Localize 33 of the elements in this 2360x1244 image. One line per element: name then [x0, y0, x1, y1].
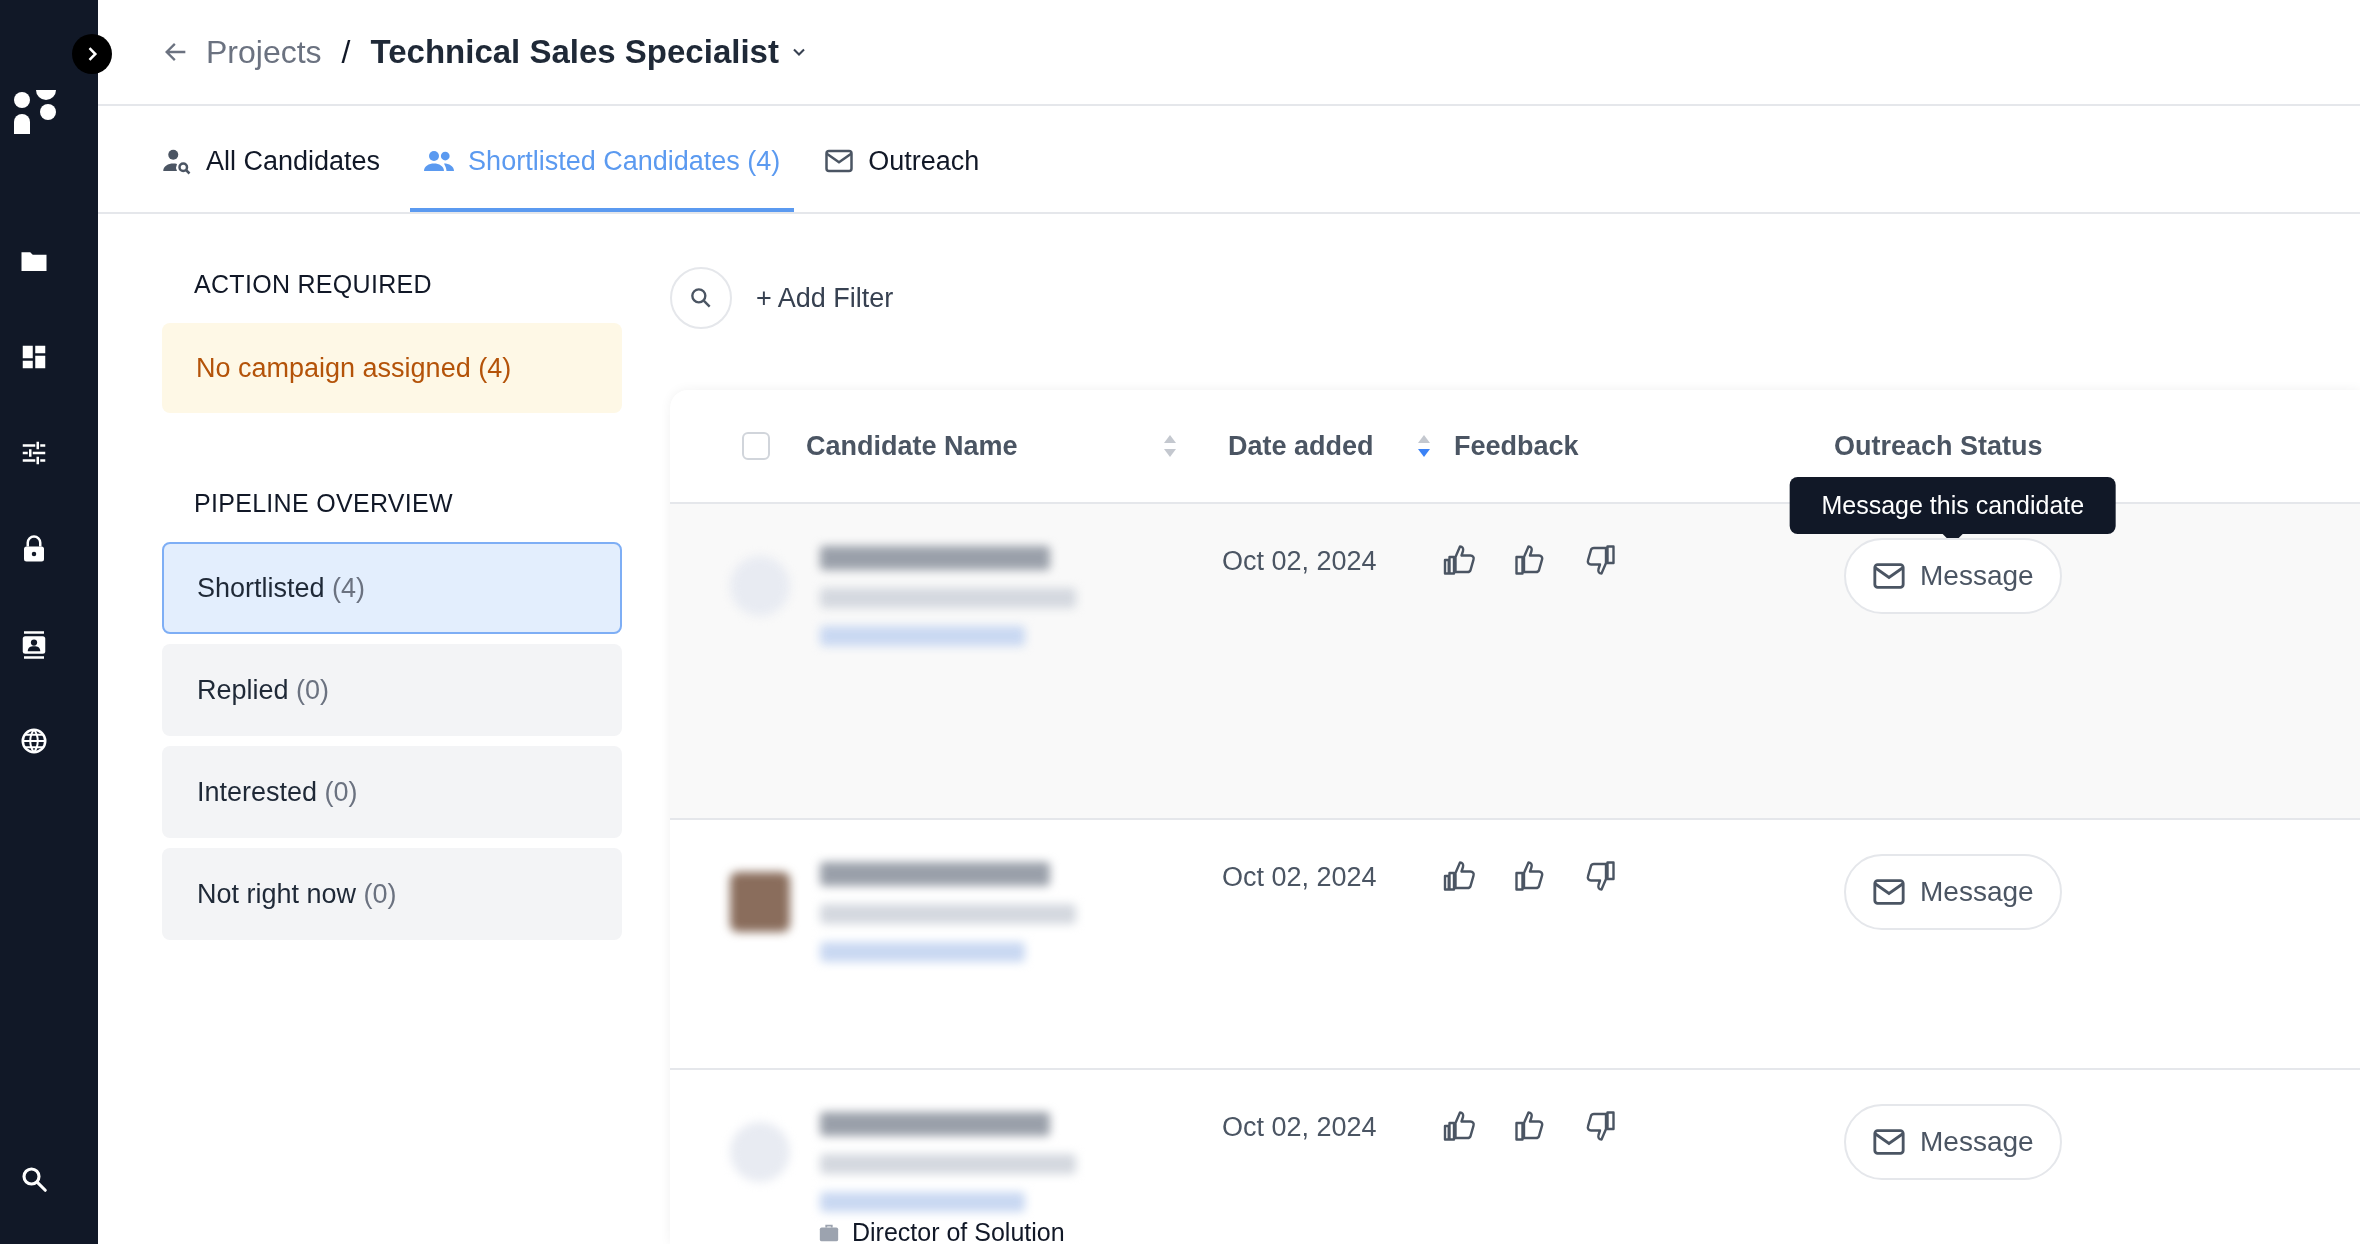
- section-heading: PIPELINE OVERVIEW: [193, 489, 454, 518]
- message-button[interactable]: Message: [1844, 854, 2062, 930]
- search-icon[interactable]: [19, 1164, 49, 1194]
- date-cell-text: Oct 02, 2024: [1222, 1111, 1378, 1144]
- date-cell-text: Oct 02, 2024: [1222, 861, 1378, 894]
- table-row[interactable]: Director of Solution Oct 02, 2024 Message: [670, 1070, 2360, 1244]
- column-header[interactable]: Candidate Name: [806, 430, 1018, 462]
- section-heading: ACTION REQUIRED: [193, 270, 433, 299]
- expand-sidebar-button[interactable]: [72, 34, 112, 74]
- table-row[interactable]: Oct 02, 2024 Message: [670, 820, 2360, 1070]
- tab[interactable]: Outreach: [810, 106, 994, 212]
- tab[interactable]: All Candidates: [148, 106, 395, 212]
- select-all-checkbox[interactable]: [742, 432, 770, 460]
- column-header[interactable]: Outreach Status: [1834, 430, 2043, 462]
- breadcrumb-separator: /: [341, 33, 351, 71]
- message-button[interactable]: Message: [1844, 538, 2062, 614]
- breadcrumb-link[interactable]: Projects: [206, 33, 322, 71]
- double-thumbs-up-icon[interactable]: [1442, 542, 1478, 578]
- pipeline-stage[interactable]: Shortlisted (4): [162, 542, 622, 634]
- double-thumbs-up-icon[interactable]: [1442, 1108, 1478, 1144]
- job-title: Director of Solution: [852, 1218, 1065, 1244]
- project-dropdown[interactable]: Technical Sales Specialist: [370, 33, 809, 71]
- pipeline-stage[interactable]: Not right now (0): [162, 848, 622, 940]
- message-button[interactable]: Message: [1844, 1104, 2062, 1180]
- alert-item[interactable]: No campaign assigned (4): [162, 323, 622, 413]
- add-filter-button[interactable]: + Add Filter: [756, 282, 894, 314]
- date-cell-text: Oct 02, 2024: [1222, 545, 1378, 578]
- globe-icon[interactable]: [19, 726, 49, 756]
- pipeline-stage[interactable]: Replied (0): [162, 644, 622, 736]
- double-thumbs-up-icon[interactable]: [1442, 858, 1478, 894]
- pipeline-stage[interactable]: Interested (0): [162, 746, 622, 838]
- column-header[interactable]: Date added: [1228, 430, 1374, 462]
- column-header[interactable]: Feedback: [1454, 430, 1579, 462]
